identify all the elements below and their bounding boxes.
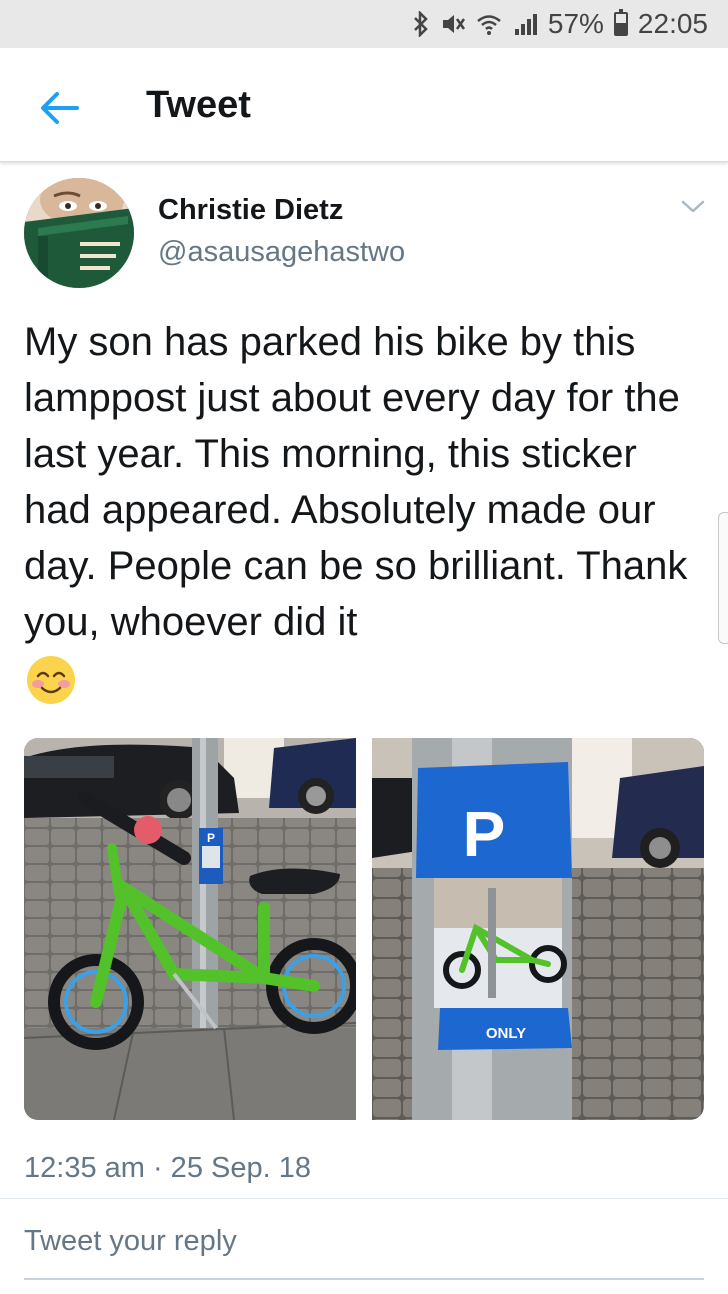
tweet-photo-1[interactable]: P: [24, 738, 356, 1120]
photo-parking-sticker: P ONLY: [372, 738, 704, 1120]
scrollbar-handle[interactable]: [718, 512, 728, 644]
arrow-left-icon: [41, 92, 79, 124]
sticker-only-label: ONLY: [486, 1025, 526, 1042]
bluetooth-icon: [412, 11, 430, 37]
tweet-timestamp: 12:35 am · 25 Sep. 18: [24, 1152, 311, 1184]
battery-icon: [613, 9, 628, 36]
avatar-image: [24, 178, 134, 288]
author-handle[interactable]: @asausagehastwo: [158, 236, 405, 269]
battery-percent: 57%: [547, 8, 604, 39]
tweet-photo-2[interactable]: P ONLY: [372, 738, 704, 1120]
photo-bike-at-lamppost: P: [24, 738, 356, 1120]
status-icons: 57% 22:05: [412, 0, 708, 48]
sticker-p-label: P: [463, 798, 506, 870]
tweet-text: My son has parked his bike by this lampp…: [24, 320, 688, 644]
sticker-label: P: [207, 831, 215, 845]
divider: [0, 1198, 728, 1199]
mute-icon: [440, 11, 466, 37]
chevron-down-icon: [681, 200, 705, 213]
reply-input[interactable]: [24, 1222, 704, 1280]
wifi-icon: [476, 11, 502, 37]
status-bar: 57% 22:05: [0, 0, 728, 48]
smiling-face-with-blush-icon: [26, 655, 76, 705]
signal-icon: [512, 11, 538, 37]
back-button[interactable]: [36, 86, 82, 130]
app-header: Tweet: [0, 48, 728, 162]
page-title: Tweet: [146, 84, 251, 126]
author-avatar[interactable]: [24, 178, 134, 288]
author-name[interactable]: Christie Dietz: [158, 194, 343, 227]
tweet-options-button[interactable]: [678, 194, 708, 218]
clock: 22:05: [637, 8, 708, 39]
